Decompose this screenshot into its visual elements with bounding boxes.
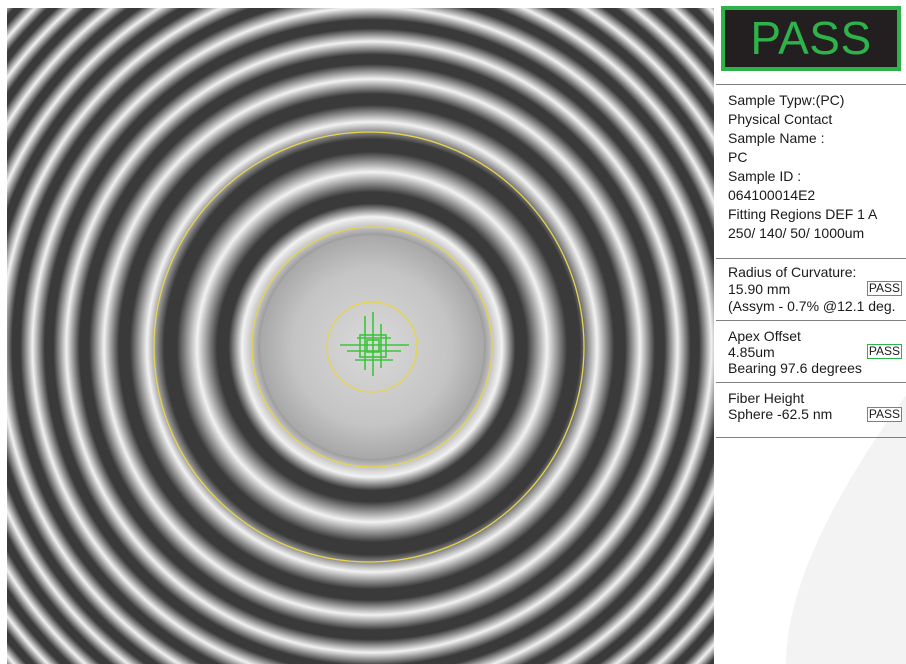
radius-of-curvature-section: Radius of Curvature: 15.90 mm (Assym - 0… (716, 258, 906, 318)
fiber-height-section: Fiber Height Sphere -62.5 nm PASS (716, 382, 906, 438)
sample-info-section: Sample Typw:(PC) Physical Contact Sample… (716, 84, 906, 256)
sample-name-value: PC (728, 149, 748, 165)
interferogram-view[interactable] (7, 8, 714, 664)
sample-id-value: 064100014E2 (728, 187, 816, 203)
interferometer-report: PASS Sample Typw:(PC) Physical Contact S… (0, 0, 906, 664)
sample-type-label: Sample Typw:(PC) (728, 92, 845, 108)
fiber-height-label: Fiber Height (728, 390, 805, 406)
roc-label: Radius of Curvature: (728, 264, 857, 280)
fiber-height-status-badge: PASS (866, 407, 902, 422)
apex-status-badge: PASS (866, 344, 902, 359)
sample-name-label: Sample Name : (728, 130, 825, 146)
apex-label: Apex Offset (728, 328, 801, 344)
fitting-regions-label: Fitting Regions DEF 1 A (728, 206, 878, 222)
fiber-core-disc (260, 235, 484, 459)
sample-type-value: Physical Contact (728, 111, 833, 127)
roc-assym: (Assym - 0.7% @12.1 deg. (728, 298, 896, 314)
roc-status-badge: PASS (866, 281, 902, 296)
apex-bearing: Bearing 97.6 degrees (728, 360, 862, 376)
sample-id-label: Sample ID : (728, 168, 802, 184)
overall-result-badge: PASS (721, 6, 901, 71)
interferogram-image (7, 8, 714, 664)
results-panel: PASS Sample Typw:(PC) Physical Contact S… (716, 0, 906, 664)
apex-offset-section: Apex Offset 4.85um Bearing 97.6 degrees … (716, 320, 906, 380)
fitting-regions-value: 250/ 140/ 50/ 1000um (728, 225, 865, 241)
